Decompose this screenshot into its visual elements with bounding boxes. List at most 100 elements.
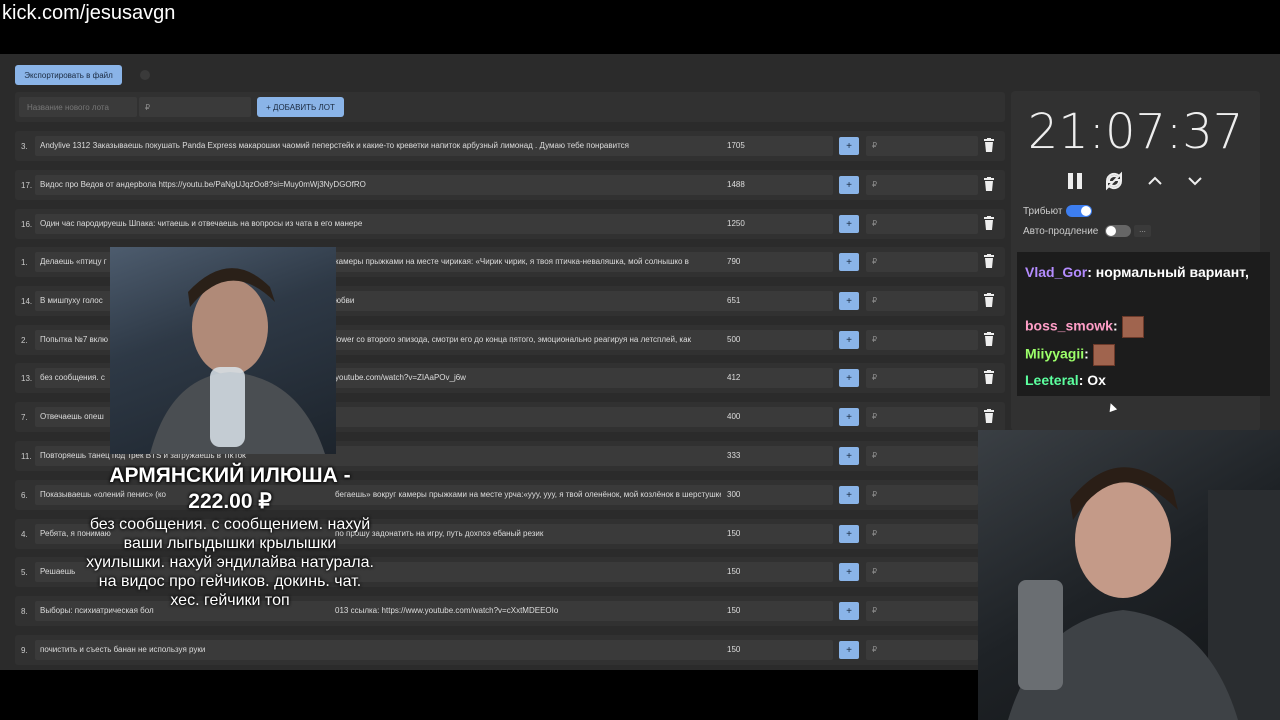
lot-name-text-cont: lower со второго эпизода, смотри его до … [335, 335, 692, 344]
lot-add-amount-input[interactable]: ₽ [866, 136, 978, 156]
chat-username: boss_smowk [1025, 317, 1113, 334]
delete-icon[interactable] [983, 216, 995, 231]
lot-name-text: почистить и съесть банан не используя ру… [40, 645, 206, 654]
lot-add-amount-input[interactable]: ₽ [866, 407, 978, 427]
lot-add-amount-input[interactable]: ₽ [866, 368, 978, 388]
chat-text: : Ox [1078, 372, 1106, 388]
lot-name-text: В мишпуху голос [40, 296, 103, 305]
stream-url: kick.com/jesusavgn [2, 2, 176, 24]
auto-extend-toggle[interactable] [1105, 225, 1131, 237]
lot-index: 9. [21, 646, 28, 655]
lot-index: 2. [21, 336, 28, 345]
lot-row: 16. Один час пародируешь Шпака: читаешь и… [15, 209, 1005, 239]
chat-text: : [1084, 345, 1089, 362]
lot-name-text-cont: юбви [335, 296, 355, 305]
delete-icon[interactable] [983, 138, 995, 153]
lot-name-text: Видос про Ведов от андерbола https://you… [40, 180, 366, 189]
lot-add-amount-input[interactable]: ₽ [866, 214, 978, 234]
add-amount-button[interactable]: + [839, 447, 859, 465]
donation-amount: 222.00 ₽ [188, 490, 272, 513]
webcam-overlay [110, 247, 336, 454]
lot-amount: 150 [721, 562, 833, 582]
lot-add-amount-input[interactable]: ₽ [866, 291, 978, 311]
add-amount-button[interactable]: + [839, 292, 859, 310]
lot-index: 16. [21, 220, 33, 229]
delete-icon[interactable] [983, 370, 995, 385]
add-amount-button[interactable]: + [839, 641, 859, 659]
donation-message-line: на видос про гейчиков. докинь. чат. [98, 573, 362, 590]
add-amount-button[interactable]: + [839, 486, 859, 504]
chat-message: boss_smowk: [1025, 316, 1144, 338]
lot-index: 8. [21, 607, 28, 616]
lot-row: 17. Видос про Ведов от андерbола https://… [15, 170, 1005, 200]
lot-index: 7. [21, 413, 28, 422]
lot-add-amount-input[interactable]: ₽ [866, 601, 978, 621]
chat-message: Vlad_Gor: нормальный вариант, [1025, 264, 1249, 280]
chat-username: Miiyyagii [1025, 345, 1085, 362]
add-amount-button[interactable]: + [839, 176, 859, 194]
add-amount-button[interactable]: + [839, 137, 859, 155]
new-lot-price-input[interactable]: ₽ [139, 97, 251, 117]
chat-text: : [1112, 317, 1118, 334]
lot-row: 3. Andylive 1312 Заказываешь покушать Pan… [15, 131, 1005, 161]
chat-username: Leeteral [1025, 372, 1079, 388]
auto-extend-label: Авто-продление [1023, 226, 1099, 237]
more-button[interactable]: ... [1134, 225, 1151, 237]
lot-add-amount-input[interactable]: ₽ [866, 446, 978, 466]
add-amount-button[interactable]: + [839, 253, 859, 271]
donation-message-line: хуилышки. нахуй эндилайва натурала. [86, 554, 374, 571]
lot-name-text: Попытка №7 вклю [40, 335, 109, 344]
add-amount-button[interactable]: + [839, 408, 859, 426]
lot-name-input[interactable]: почистить и съесть банан не используя ру… [35, 640, 729, 660]
donation-message-line: хес. гейчики топ [170, 592, 290, 609]
delete-icon[interactable] [983, 254, 995, 269]
status-dot [140, 70, 150, 80]
reset-icon[interactable] [1103, 170, 1125, 192]
lot-amount: 1488 [721, 175, 833, 195]
lot-index: 3. [21, 142, 28, 151]
streamer-silhouette-icon [150, 268, 325, 454]
add-lot-button[interactable]: + ДОБАВИТЬ ЛОТ [257, 97, 344, 117]
lot-amount: 300 [721, 485, 833, 505]
tribute-label: Трибьют [1023, 206, 1063, 217]
add-amount-button[interactable]: + [839, 525, 859, 543]
add-amount-button[interactable]: + [839, 563, 859, 581]
lot-amount: 790 [721, 252, 833, 272]
export-button[interactable]: Экспортировать в файл [15, 65, 122, 85]
lot-add-amount-input[interactable]: ₽ [866, 485, 978, 505]
delete-icon[interactable] [983, 177, 995, 192]
delete-icon[interactable] [983, 293, 995, 308]
chevron-down-icon[interactable] [1184, 170, 1206, 192]
lot-amount: 1705 [721, 136, 833, 156]
add-amount-button[interactable]: + [839, 602, 859, 620]
lot-add-amount-input[interactable]: ₽ [866, 524, 978, 544]
lot-add-amount-input[interactable]: ₽ [866, 330, 978, 350]
emote-icon [1121, 316, 1144, 338]
lot-index: 5. [21, 568, 28, 577]
lot-amount: 333 [721, 446, 833, 466]
delete-icon[interactable] [983, 332, 995, 347]
lot-add-amount-input[interactable]: ₽ [866, 175, 978, 195]
lot-name-input[interactable]: Один час пародируешь Шпака: читаешь и от… [35, 214, 729, 234]
add-amount-button[interactable]: + [839, 331, 859, 349]
lot-add-amount-input[interactable]: ₽ [866, 562, 978, 582]
lot-add-amount-input[interactable]: ₽ [866, 640, 978, 660]
chevron-up-icon[interactable] [1144, 170, 1166, 192]
pause-icon[interactable] [1064, 170, 1086, 192]
lot-index: 6. [21, 491, 28, 500]
donation-message-line: ваши лыгыдышки крылышки [123, 535, 337, 552]
delete-icon[interactable] [983, 409, 995, 424]
lot-name-input[interactable]: Andylive 1312 Заказываешь покушать Panda… [35, 136, 729, 156]
add-amount-button[interactable]: + [839, 369, 859, 387]
new-lot-name-input[interactable]: Название нового лота [19, 97, 137, 117]
donation-title: АРМЯНСКИЙ ИЛЮША - [109, 464, 351, 487]
lot-amount: 150 [721, 524, 833, 544]
chat-message: Miiyyagii: [1025, 344, 1115, 366]
lot-index: 13. [21, 374, 33, 383]
lot-add-amount-input[interactable]: ₽ [866, 252, 978, 272]
lot-name-text-cont: youtube.com/watch?v=ZIAaPOv_j6w [335, 373, 466, 382]
tribute-toggle[interactable] [1066, 205, 1092, 217]
lot-name-text: Один час пародируешь Шпака: читаешь и от… [40, 219, 363, 228]
add-amount-button[interactable]: + [839, 215, 859, 233]
lot-name-input[interactable]: Видос про Ведов от андерbола https://you… [35, 175, 729, 195]
